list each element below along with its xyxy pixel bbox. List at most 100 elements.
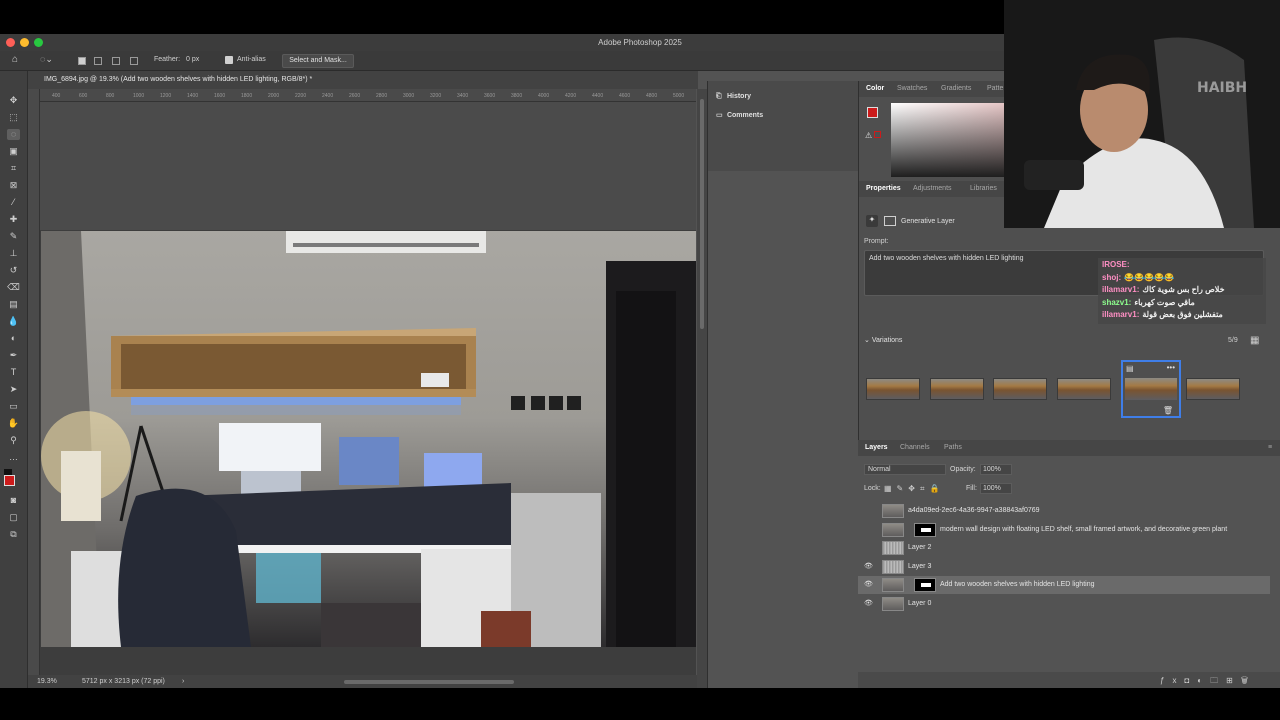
- opacity-input[interactable]: 100%: [980, 464, 1012, 475]
- variations-header[interactable]: ⌄ Variations: [864, 336, 902, 344]
- comments-label: Comments: [726, 112, 764, 119]
- quick-mask-icon[interactable]: ◙: [7, 495, 20, 506]
- tab-gradients[interactable]: Gradients: [941, 85, 971, 92]
- hand-tool-icon[interactable]: ✋: [7, 418, 20, 429]
- vertical-scroll-thumb[interactable]: [700, 99, 704, 329]
- zoom-tool-icon[interactable]: ⚲: [7, 435, 20, 446]
- tab-layers[interactable]: Layers: [865, 444, 888, 451]
- brush-tool-icon[interactable]: ✎: [7, 231, 20, 242]
- foreground-color-swatch[interactable]: [4, 475, 15, 486]
- move-tool-icon[interactable]: ✥: [7, 95, 20, 106]
- more-tools-icon[interactable]: …: [7, 452, 20, 463]
- tab-color[interactable]: Color: [866, 85, 884, 92]
- type-tool-icon[interactable]: T: [7, 367, 20, 378]
- rectangle-tool-icon[interactable]: ▭: [7, 401, 20, 412]
- tab-paths[interactable]: Paths: [944, 444, 962, 451]
- tab-patterns[interactable]: Patte: [987, 85, 1003, 92]
- close-window-button[interactable]: [6, 38, 15, 47]
- horizontal-scrollbar[interactable]: [344, 680, 514, 684]
- visibility-eye-icon[interactable]: 👁: [864, 562, 873, 570]
- lock-options-icons[interactable]: ▦✎✥⌗🔒: [884, 484, 944, 494]
- minimize-window-button[interactable]: [20, 38, 29, 47]
- variation-thumbnail[interactable]: [930, 378, 984, 400]
- tab-adjustments[interactable]: Adjustments: [913, 185, 952, 192]
- panel-menu-icon[interactable]: ≡: [1268, 444, 1272, 451]
- canvas-image[interactable]: [41, 231, 696, 647]
- generative-fill-icon[interactable]: ⧉: [7, 529, 20, 540]
- fill-input[interactable]: 100%: [980, 483, 1012, 494]
- layer-actions-icons[interactable]: ƒx◘◐🗀⊞🗑: [1160, 675, 1256, 689]
- tab-properties[interactable]: Properties: [866, 185, 901, 192]
- grid-view-icon[interactable]: ▦: [1250, 335, 1259, 346]
- layer-thumbnail: [882, 578, 904, 592]
- layer-row[interactable]: a4da09ed-2ec6-4a36-9947-a38843af0769: [858, 502, 1270, 520]
- layer-row[interactable]: 👁 Add two wooden shelves with hidden LED …: [858, 576, 1270, 594]
- opacity-value: 100%: [983, 466, 1001, 473]
- ruler-tick-label: 3000: [403, 93, 415, 99]
- tab-swatches[interactable]: Swatches: [897, 85, 927, 92]
- zoom-window-button[interactable]: [34, 38, 43, 47]
- tab-libraries[interactable]: Libraries: [970, 185, 997, 192]
- dodge-tool-icon[interactable]: ◐: [7, 333, 20, 344]
- variation-thumbnail[interactable]: [866, 378, 920, 400]
- home-icon[interactable]: ⌂: [12, 54, 18, 65]
- anti-alias-checkbox[interactable]: [225, 56, 233, 64]
- tools-panel: ✥ ⬚ ◌ ▣ ⌗ ⊠ ⁄ ✚ ✎ ⊥ ↺ ⌫ ▤ 💧 ◐ ✒ T ➤ ▭ ✋ …: [0, 71, 28, 688]
- stream-chat-overlay: lROSE: shoj: 😂😂😂😂😂 illamarv1: خلاص راح بس شو…: [1098, 258, 1266, 324]
- screen-mode-icon[interactable]: ▢: [7, 512, 20, 523]
- blur-tool-icon[interactable]: 💧: [7, 316, 20, 327]
- document-tab[interactable]: IMG_6894.jpg @ 19.3% (Add two wooden she…: [28, 71, 698, 89]
- frame-tool-icon[interactable]: ⊠: [7, 180, 20, 191]
- tab-channels[interactable]: Channels: [900, 444, 930, 451]
- variation-info-icon[interactable]: ▤: [1126, 364, 1134, 373]
- marquee-tool-icon[interactable]: ⬚: [7, 112, 20, 123]
- history-panel-button[interactable]: ⎗ History: [716, 93, 751, 101]
- layer-mask-thumbnail[interactable]: [914, 522, 936, 537]
- path-select-tool-icon[interactable]: ➤: [7, 384, 20, 395]
- add-selection-icon[interactable]: [94, 57, 102, 65]
- gradient-tool-icon[interactable]: ▤: [7, 299, 20, 310]
- canvas-area[interactable]: [40, 102, 696, 681]
- object-select-tool-icon[interactable]: ▣: [7, 146, 20, 157]
- layer-row[interactable]: 👁 Layer 3: [858, 558, 1270, 576]
- crop-tool-icon[interactable]: ⌗: [7, 163, 20, 174]
- color-picker-field[interactable]: [891, 103, 1005, 177]
- intersect-selection-icon[interactable]: [130, 57, 138, 65]
- layer-row[interactable]: Layer 2: [858, 539, 1270, 557]
- eyedropper-tool-icon[interactable]: ⁄: [7, 197, 20, 208]
- blend-mode-select[interactable]: Normal: [864, 464, 946, 475]
- ruler-tick-label: 2600: [349, 93, 361, 99]
- comments-panel-button[interactable]: ▭ Comments: [716, 111, 763, 119]
- variation-thumbnail[interactable]: [1186, 378, 1240, 400]
- webcam-overlay: HAIBH: [1004, 0, 1280, 228]
- dock-empty-area: [708, 171, 859, 688]
- layer-mask-thumbnail[interactable]: [914, 578, 936, 592]
- visibility-eye-icon[interactable]: 👁: [864, 580, 873, 588]
- visibility-eye-icon[interactable]: 👁: [864, 599, 873, 607]
- history-brush-tool-icon[interactable]: ↺: [7, 265, 20, 276]
- variation-thumbnail[interactable]: [1057, 378, 1111, 400]
- select-and-mask-button[interactable]: Select and Mask...: [282, 54, 354, 68]
- eraser-tool-icon[interactable]: ⌫: [7, 282, 20, 293]
- feather-input[interactable]: 0 px: [186, 56, 199, 63]
- lasso-tool-preset-icon[interactable]: ◌⌄: [40, 54, 53, 65]
- status-chevron-icon[interactable]: ›: [182, 678, 184, 685]
- zoom-level[interactable]: 19.3%: [37, 678, 57, 685]
- layer-row[interactable]: modern wall design with floating LED she…: [858, 521, 1270, 539]
- ruler-tick-label: 1800: [241, 93, 253, 99]
- more-options-icon[interactable]: •••: [1167, 363, 1175, 372]
- subtract-selection-icon[interactable]: [112, 57, 120, 65]
- color-foreground-swatch[interactable]: [867, 107, 878, 118]
- variation-thumbnail-selected[interactable]: ▤ ••• 🗑: [1121, 360, 1181, 418]
- pen-tool-icon[interactable]: ✒: [7, 350, 20, 361]
- chat-username: shoj:: [1102, 272, 1122, 282]
- healing-brush-tool-icon[interactable]: ✚: [7, 214, 20, 225]
- delete-variation-icon[interactable]: 🗑: [1163, 406, 1173, 415]
- layer-row[interactable]: 👁 Layer 0: [858, 595, 1270, 613]
- variation-thumbnail[interactable]: [993, 378, 1047, 400]
- stamp-tool-icon[interactable]: ⊥: [7, 248, 20, 259]
- vertical-scrollbar[interactable]: [697, 89, 707, 688]
- new-selection-icon[interactable]: [78, 57, 86, 65]
- lasso-tool-icon[interactable]: ◌: [7, 129, 20, 140]
- status-bar: 19.3% 5712 px x 3213 px (72 ppi) ›: [28, 675, 698, 688]
